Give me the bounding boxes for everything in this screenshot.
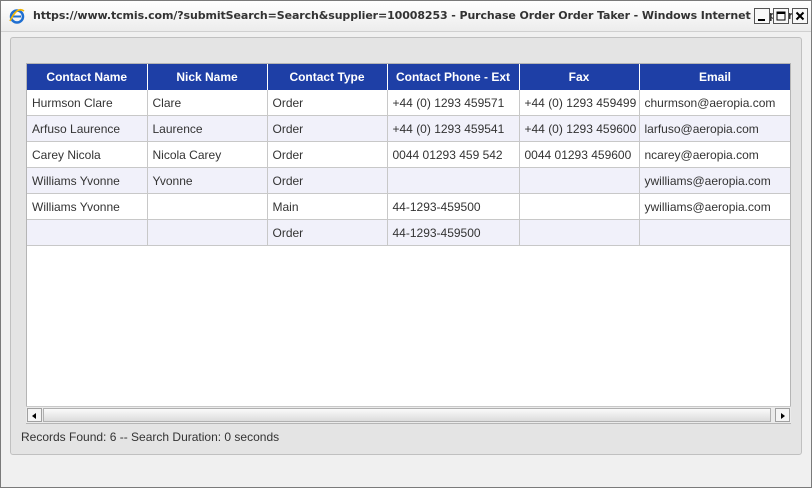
table-cell: Williams Yvonne xyxy=(27,193,148,220)
table-cell: Williams Yvonne xyxy=(27,167,148,194)
table-cell: Clare xyxy=(147,90,268,116)
table-cell xyxy=(147,219,268,246)
column-header[interactable]: Contact Phone - Ext xyxy=(387,64,520,90)
table-cell: 44-1293-459500 xyxy=(387,193,520,220)
table-row[interactable]: Hurmson Clare Clare Order +44 (0) 1293 4… xyxy=(27,90,790,116)
table-row[interactable]: Carey Nicola Nicola Carey Order 0044 012… xyxy=(27,141,790,168)
table-cell: ywilliams@aeropia.com xyxy=(639,193,790,220)
table-cell: 0044 01293 459 542 xyxy=(387,141,520,168)
close-button[interactable] xyxy=(792,8,808,24)
table-cell: Hurmson Clare xyxy=(27,90,148,116)
table-cell: Arfuso Laurence xyxy=(27,115,148,142)
table-cell: +44 (0) 1293 459571 xyxy=(387,90,520,116)
table-cell: larfuso@aeropia.com xyxy=(639,115,790,142)
column-header[interactable]: Nick Name xyxy=(147,64,268,90)
table-row[interactable]: Williams Yvonne Yvonne Order ywilliams@a… xyxy=(27,167,790,194)
column-header[interactable]: Email xyxy=(639,64,790,90)
table-cell: +44 (0) 1293 459600 xyxy=(519,115,640,142)
table-cell xyxy=(519,167,640,194)
table-header-row: Contact Name Nick Name Contact Type Cont… xyxy=(27,64,790,90)
maximize-icon xyxy=(776,11,786,21)
table-cell: Order xyxy=(267,141,388,168)
table-cell xyxy=(387,167,520,194)
table-cell: Order xyxy=(267,219,388,246)
minimize-button[interactable] xyxy=(754,8,770,24)
table-cell xyxy=(639,219,790,246)
table-cell: +44 (0) 1293 459499 xyxy=(519,90,640,116)
scrollbar-thumb[interactable] xyxy=(43,408,771,422)
table-cell: Order xyxy=(267,115,388,142)
window-title: https://www.tcmis.com/?submitSearch=Sear… xyxy=(33,9,806,22)
contacts-grid: Contact Name Nick Name Contact Type Cont… xyxy=(26,63,791,424)
table-cell: 0044 01293 459600 xyxy=(519,141,640,168)
scroll-left-button[interactable] xyxy=(27,408,42,422)
status-text: Records Found: 6 -- Search Duration: 0 s… xyxy=(21,430,280,444)
table-row[interactable]: Order 44-1293-459500 xyxy=(27,219,790,246)
scroll-right-button[interactable] xyxy=(775,408,790,422)
table-cell: churmson@aeropia.com xyxy=(639,90,790,116)
table-row[interactable]: Arfuso Laurence Laurence Order +44 (0) 1… xyxy=(27,115,790,142)
table-cell: ncarey@aeropia.com xyxy=(639,141,790,168)
arrow-left-icon xyxy=(32,413,36,419)
page-content: Contact Name Nick Name Contact Type Cont… xyxy=(10,37,802,455)
close-icon xyxy=(795,11,805,21)
table-cell: 44-1293-459500 xyxy=(387,219,520,246)
horizontal-scrollbar[interactable] xyxy=(26,406,791,423)
minimize-icon xyxy=(758,19,765,21)
table-cell: ywilliams@aeropia.com xyxy=(639,167,790,194)
contacts-table: Contact Name Nick Name Contact Type Cont… xyxy=(27,64,790,246)
internet-explorer-icon xyxy=(9,8,25,24)
table-cell: Nicola Carey xyxy=(147,141,268,168)
column-header[interactable]: Contact Name xyxy=(27,64,148,90)
title-bar: https://www.tcmis.com/?submitSearch=Sear… xyxy=(1,1,811,32)
table-cell: Laurence xyxy=(147,115,268,142)
table-cell xyxy=(519,193,640,220)
table-cell xyxy=(519,219,640,246)
arrow-right-icon xyxy=(781,413,785,419)
table-cell xyxy=(27,219,148,246)
column-header[interactable]: Fax xyxy=(519,64,640,90)
table-cell: Order xyxy=(267,167,388,194)
browser-window: https://www.tcmis.com/?submitSearch=Sear… xyxy=(0,0,812,488)
table-cell: Carey Nicola xyxy=(27,141,148,168)
table-row[interactable]: Williams Yvonne Main 44-1293-459500 ywil… xyxy=(27,193,790,220)
table-cell xyxy=(147,193,268,220)
column-header[interactable]: Contact Type xyxy=(267,64,388,90)
maximize-button[interactable] xyxy=(773,8,789,24)
table-cell: Yvonne xyxy=(147,167,268,194)
table-cell: Main xyxy=(267,193,388,220)
table-cell: Order xyxy=(267,90,388,116)
table-cell: +44 (0) 1293 459541 xyxy=(387,115,520,142)
